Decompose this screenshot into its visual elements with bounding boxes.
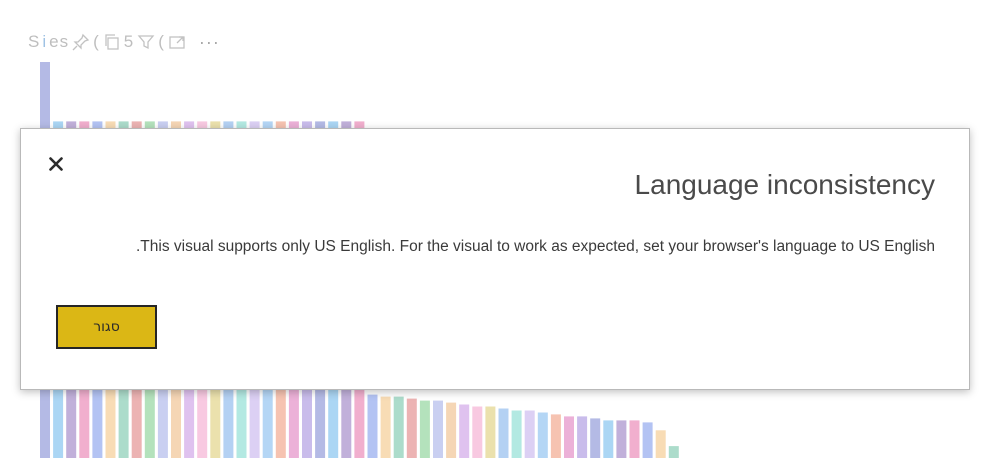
chart-bar: [524, 410, 535, 458]
chart-bar: [590, 418, 601, 458]
visual-title-fragment: S: [28, 32, 41, 51]
chart-bar: [498, 408, 509, 458]
visual-title-fragment: (: [158, 32, 165, 51]
chart-bar: [577, 416, 588, 458]
chart-bar: [564, 416, 574, 458]
chart-bar: [406, 398, 417, 458]
chart-bar: [393, 396, 404, 458]
dialog-title: Language inconsistency: [634, 169, 935, 200]
chart-bar: [603, 420, 614, 458]
chart-bar: [419, 400, 430, 458]
filter-icon[interactable]: [136, 32, 156, 52]
visual-header: S i es ( 5 ( ···: [28, 30, 220, 54]
pin-icon[interactable]: [71, 32, 91, 52]
visual-title-fragment: es: [49, 32, 70, 51]
close-button[interactable]: סגור: [56, 305, 157, 349]
more-options-icon[interactable]: ···: [199, 32, 220, 53]
chart-bar: [537, 412, 548, 458]
chart-bar: [485, 406, 496, 458]
chart-bar: [642, 422, 653, 458]
dialog-message: This visual supports only US English. Fo…: [135, 238, 935, 255]
visual-title-fragment: 5: [123, 32, 135, 51]
chart-bar: [380, 396, 391, 458]
chart-bar: [511, 410, 522, 458]
language-inconsistency-dialog: Language inconsistency This visual suppo…: [20, 128, 970, 390]
visual-title-fragment: (: [93, 32, 100, 51]
chart-bar: [550, 414, 561, 458]
close-icon[interactable]: [47, 155, 65, 173]
chart-bar: [367, 394, 378, 458]
copy-icon[interactable]: [102, 32, 122, 52]
chart-bar: [655, 430, 666, 458]
chart-bar: [472, 406, 483, 458]
chart-bar: [629, 420, 640, 458]
chart-bar: [446, 402, 457, 458]
chart-bar: [616, 420, 627, 458]
focus-mode-icon[interactable]: [167, 32, 187, 52]
chart-bar: [433, 400, 443, 458]
visual-title-fragment: i: [42, 32, 48, 51]
chart-bar: [459, 404, 470, 458]
chart-bar: [668, 446, 679, 458]
